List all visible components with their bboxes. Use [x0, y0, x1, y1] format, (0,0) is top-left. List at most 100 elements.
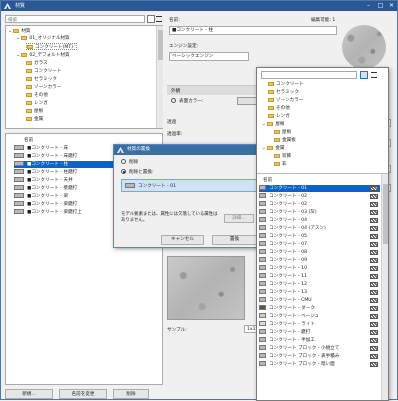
- tree-item[interactable]: ⌄ 01_オリジナル材質: [16, 35, 70, 42]
- folder-icon: [26, 100, 32, 105]
- tree-item[interactable]: ⌄ 02_デフォルト材質: [16, 52, 70, 59]
- folder-icon: [26, 76, 32, 81]
- popup-search-input[interactable]: [261, 71, 357, 79]
- cancel-button[interactable]: キャンセル: [161, 235, 204, 245]
- new-button[interactable]: 新規...: [5, 389, 53, 399]
- folder-view-icon[interactable]: [360, 71, 368, 79]
- popup-list-item[interactable]: コンクリート - 02: [259, 193, 388, 200]
- popup-list-item[interactable]: コンクリート - 11: [259, 273, 388, 280]
- tree-item[interactable]: ⌄ 材質: [8, 28, 31, 35]
- popup-list-item[interactable]: コンクリート - CMU: [259, 297, 388, 304]
- tree-item[interactable]: ガラス: [26, 60, 48, 67]
- engine-select[interactable]: ベーシックエンジン: [169, 52, 249, 61]
- tree-item[interactable]: 装飾: [274, 153, 291, 160]
- tree-item[interactable]: レンガ: [26, 100, 48, 107]
- pattern-icon: [370, 218, 378, 223]
- material-swatch: [259, 305, 266, 310]
- palette-icon: [171, 98, 176, 103]
- material-swatch: [14, 153, 24, 158]
- list-view-icon[interactable]: [371, 72, 377, 78]
- tree-item[interactable]: コンクリート: [268, 81, 304, 88]
- tree-item[interactable]: その他: [26, 92, 48, 99]
- tree-item[interactable]: 屋根: [274, 129, 291, 136]
- pattern-icon: [370, 250, 378, 255]
- popup-list-item[interactable]: コンクリート - 07: [259, 241, 388, 248]
- scroll-thumb[interactable]: [383, 184, 388, 244]
- maximize-button[interactable]: □: [375, 1, 386, 11]
- details-button[interactable]: 詳細...: [224, 214, 254, 223]
- popup-list-item[interactable]: コンクリート ブロック - 暗い面: [259, 361, 388, 368]
- tree-item[interactable]: セラミック: [268, 89, 299, 96]
- tree-item[interactable]: ⌄ 金属: [262, 145, 285, 152]
- folder-tree: ⌄ 材質 ⌄ 01_オリジナル材質 コンクリート(MT) ⌄ 02_デフォルト材…: [5, 25, 163, 129]
- popup-list-item[interactable]: コンクリート - 02: [259, 201, 388, 208]
- tree-item[interactable]: レンガ: [268, 113, 290, 120]
- popup-list-item[interactable]: コンクリート ブロック - 小規立て: [259, 345, 388, 352]
- popup-list-item[interactable]: コンクリート - 04 (アスン): [259, 225, 388, 232]
- popup-list-scrollbar[interactable]: [381, 174, 388, 400]
- close-button[interactable]: ✕: [386, 1, 397, 11]
- delete-radio[interactable]: [121, 159, 126, 164]
- material-swatch: [259, 233, 266, 238]
- window-title: 材質: [15, 3, 26, 9]
- appearance-section-header[interactable]: 外観: [167, 85, 259, 95]
- popup-list-item[interactable]: コンクリート - ベージュ: [259, 313, 388, 320]
- rename-button[interactable]: 名前を変更: [59, 389, 107, 399]
- tree-item[interactable]: ゾーンカラー: [26, 84, 61, 91]
- popup-list-item[interactable]: コンクリート - 03 (灰): [259, 209, 388, 216]
- pattern-icon: [370, 322, 378, 327]
- tree-item[interactable]: コンクリート(MT): [26, 43, 77, 50]
- search-input[interactable]: [5, 15, 145, 23]
- material-swatch: [259, 297, 266, 302]
- tree-item[interactable]: ⌄ 屋根: [262, 121, 285, 128]
- edit-count: 編集可能: 1: [311, 18, 336, 23]
- popup-list-item[interactable]: コンクリート ブロック - 表手積み: [259, 353, 388, 360]
- tree-scrollbar[interactable]: [156, 26, 163, 128]
- popup-list-item[interactable]: コンクリート - 13: [259, 289, 388, 296]
- popup-list-item-selected[interactable]: コンクリート - 01: [259, 185, 388, 192]
- tree-item[interactable]: その他: [268, 105, 290, 112]
- popup-list-item[interactable]: コンクリート - 05: [259, 233, 388, 240]
- material-swatch: [14, 193, 24, 198]
- list-view-icon[interactable]: [156, 16, 162, 22]
- tree-item[interactable]: コンクリート: [26, 68, 62, 75]
- popup-list-item[interactable]: コンクリート - 08: [259, 249, 388, 256]
- tree-item[interactable]: 非: [274, 161, 287, 168]
- pattern-icon: [370, 234, 378, 239]
- material-swatch: [14, 185, 24, 190]
- popup-list-item[interactable]: コンクリート - 10: [259, 265, 388, 272]
- dialog-title: 材質の置換: [127, 147, 150, 152]
- material-swatch: [259, 225, 266, 230]
- replace-button[interactable]: 置換: [212, 235, 257, 245]
- material-swatch: [259, 265, 266, 270]
- transparency-label: 透過: [167, 120, 177, 125]
- scroll-thumb[interactable]: [158, 30, 163, 60]
- minimize-button[interactable]: –: [363, 1, 374, 11]
- tree-item[interactable]: ゾーンカラー: [268, 97, 303, 104]
- tree-item[interactable]: 金属板: [274, 137, 296, 144]
- popup-list-item[interactable]: コンクリート - 04: [259, 217, 388, 224]
- popup-list-item[interactable]: コンクリート - ダーク: [259, 305, 388, 312]
- replace-radio[interactable]: [121, 169, 126, 174]
- folder-view-icon[interactable]: [147, 15, 155, 23]
- popup-list-item[interactable]: コンクリート - 半加工: [259, 337, 388, 344]
- popup-list-item[interactable]: コンクリート - ライト: [259, 321, 388, 328]
- material-swatch: [259, 193, 266, 198]
- tree-item[interactable]: 屋根: [26, 108, 43, 115]
- app-icon: [4, 3, 11, 9]
- material-swatch: [259, 209, 266, 214]
- pattern-icon: [370, 274, 378, 279]
- title-bar: 材質 – □ ✕: [1, 1, 397, 11]
- folder-icon: [267, 121, 274, 126]
- delete-button[interactable]: 削除: [113, 389, 149, 399]
- tree-item[interactable]: セラミック: [26, 76, 57, 83]
- popup-list-item[interactable]: コンクリート - 12: [259, 281, 388, 288]
- replacement-material-picker[interactable]: コンクリート - 01 ›: [121, 179, 265, 192]
- engine-label: エンジン設定:: [169, 44, 199, 49]
- tree-item[interactable]: 金属: [26, 116, 43, 123]
- popup-list-item[interactable]: コンクリート - 磨打: [259, 329, 388, 336]
- popup-list-item[interactable]: コンクリート - 09: [259, 257, 388, 264]
- material-swatch: [259, 345, 266, 350]
- material-swatch: [125, 183, 135, 188]
- name-field[interactable]: ■コンクリート - 柱: [169, 26, 337, 35]
